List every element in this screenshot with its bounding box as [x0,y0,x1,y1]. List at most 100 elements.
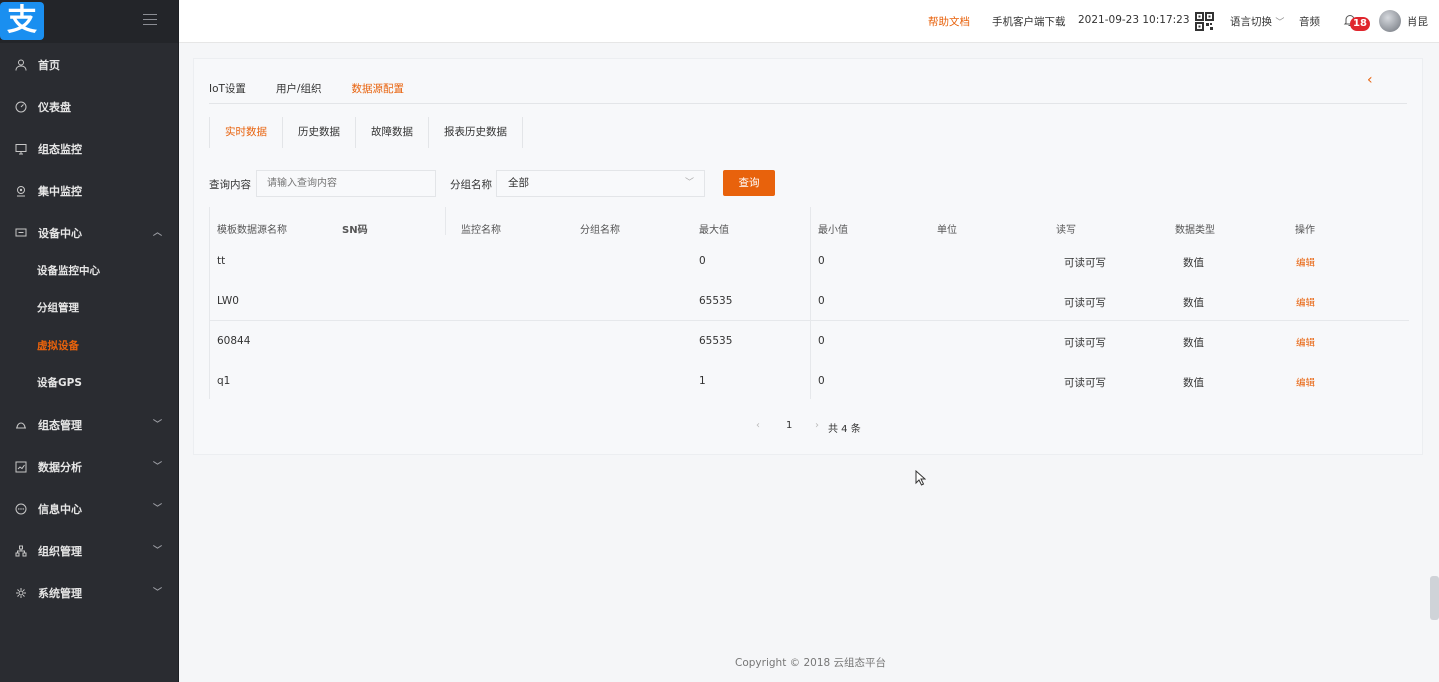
dashboard-icon [14,100,28,114]
cell-max: 65535 [699,295,733,307]
cell-max: 65535 [699,335,733,347]
sidebar-item-label: 系统管理 [38,587,82,600]
qr-code-icon[interactable] [1195,12,1214,31]
cell-rw: 可读可写 [1064,257,1106,269]
group-select[interactable]: 全部 ﹀ [496,170,705,197]
username[interactable]: 肖昆 [1407,14,1428,29]
app-download-link[interactable]: 手机客户端下载 [992,14,1066,29]
cell-min: 0 [818,295,825,307]
device-icon [14,226,28,240]
group-select-value: 全部 [508,177,529,189]
chevron-down-icon: ﹀ [153,546,163,556]
cell-min: 0 [818,375,825,387]
sidebar-item-config-manage[interactable]: 组态管理 ﹀ [0,404,178,446]
sidebar-item-label: 首页 [38,59,60,72]
sidebar-item-info-center[interactable]: 信息中心 ﹀ [0,488,178,530]
top-tabs: IoT设置 用户/组织 数据源配置 [209,82,404,104]
sidebar-item-label: 信息中心 [38,503,82,516]
col-header-min: 最小值 [818,225,848,236]
col-header-name: 模板数据源名称 [217,225,287,236]
cell-name: LW0 [217,295,239,307]
sidebar-item-label: 组织管理 [38,545,82,558]
subtab-history[interactable]: 历史数据 [283,117,356,148]
subtab-realtime[interactable]: 实时数据 [210,117,283,148]
language-label: 语言切换 [1230,16,1272,28]
chevron-down-icon: ﹀ [684,178,694,188]
chevron-down-icon: ﹀ [153,588,163,598]
query-button[interactable]: 查询 [723,170,775,196]
logo[interactable]: 支 [0,2,44,40]
sidebar-item-home[interactable]: 首页 [0,44,178,86]
sidebar-item-data-analysis[interactable]: 数据分析 ﹀ [0,446,178,488]
notification-badge: 18 [1350,17,1370,31]
col-header-rw: 读写 [1056,225,1076,236]
sidebar-item-dashboard[interactable]: 仪表盘 [0,86,178,128]
col-divider [810,207,811,399]
logo-bar: 支 [0,0,178,43]
tab-user-org[interactable]: 用户/组织 [276,82,322,104]
tab-datasource-config[interactable]: 数据源配置 [351,82,404,104]
edit-link[interactable]: 编辑 [1296,335,1315,349]
group-label: 分组名称 [450,179,492,191]
avatar[interactable] [1379,10,1401,32]
sidebar-item-config-monitor[interactable]: 组态监控 [0,128,178,170]
col-header-action: 操作 [1295,225,1315,236]
pager-current-page[interactable]: 1 [786,420,792,431]
chevron-up-icon: ︿ [153,228,163,238]
search-input[interactable] [256,170,436,197]
edit-link[interactable]: 编辑 [1296,375,1315,389]
message-icon [14,502,28,516]
monitor-icon [14,142,28,156]
chevron-down-icon: ﹀ [1275,18,1285,28]
footer-copyright: Copyright © 2018 云组态平台 [735,657,887,669]
cell-rw: 可读可写 [1064,297,1106,309]
subtab-report-history[interactable]: 报表历史数据 [429,117,523,148]
sidebar: 支 首页 仪表盘 组态监控 集中监控 设备中心 ︿ 设备监控中心 分组管理 虚拟… [0,0,179,682]
query-label: 查询内容 [209,179,251,191]
chevron-down-icon: ﹀ [153,420,163,430]
sidebar-item-central-monitor[interactable]: 集中监控 [0,170,178,212]
row-divider [209,320,1409,321]
sidebar-item-org-manage[interactable]: 组织管理 ﹀ [0,530,178,572]
content-card: IoT设置 用户/组织 数据源配置 ‹ 实时数据 历史数据 故障数据 报表历史数… [193,58,1423,455]
tabs-divider [209,103,1407,104]
config-icon [14,418,28,432]
cell-min: 0 [818,255,825,267]
sidebar-item-label: 设备中心 [38,227,82,240]
cell-type: 数值 [1183,377,1204,389]
pager-total: 共 4 条 [828,424,861,435]
tab-iot-settings[interactable]: IoT设置 [209,82,246,104]
cell-type: 数值 [1183,297,1204,309]
sidebar-subitem-device-gps[interactable]: 设备GPS [0,365,178,402]
language-switch[interactable]: 语言切换 ﹀ [1230,14,1284,29]
help-docs-link[interactable]: 帮助文档 [928,14,970,29]
chevron-down-icon: ﹀ [153,504,163,514]
sidebar-item-label: 集中监控 [38,185,82,198]
top-header: 帮助文档 手机客户端下载 2021-09-23 10:17:23 语言切换 ﹀ … [179,0,1439,43]
chevron-down-icon: ﹀ [153,462,163,472]
edit-link[interactable]: 编辑 [1296,255,1315,269]
pager-prev-icon[interactable]: ‹ [756,420,760,431]
org-icon [14,544,28,558]
chevron-left-icon[interactable]: ‹ [1367,72,1377,88]
sidebar-subitem-device-monitor[interactable]: 设备监控中心 [0,253,178,290]
settings-icon [14,586,28,600]
user-icon [14,58,28,72]
location-icon [14,184,28,198]
pager-next-icon[interactable]: › [815,420,819,431]
menu-collapse-icon[interactable] [143,14,157,26]
cell-max: 1 [699,375,706,387]
cell-type: 数值 [1183,257,1204,269]
sidebar-item-system-manage[interactable]: 系统管理 ﹀ [0,572,178,614]
sidebar-item-device-center[interactable]: 设备中心 ︿ [0,212,178,254]
sidebar-subitem-group-manage[interactable]: 分组管理 [0,290,178,327]
cell-rw: 可读可写 [1064,337,1106,349]
sidebar-subitem-virtual-device[interactable]: 虚拟设备 [0,328,178,365]
col-divider [445,207,446,235]
col-header-max: 最大值 [699,225,729,236]
scrollbar-handle[interactable] [1430,576,1439,620]
edit-link[interactable]: 编辑 [1296,295,1315,309]
subtab-fault[interactable]: 故障数据 [356,117,429,148]
audio-toggle[interactable]: 音频 [1299,14,1320,29]
col-header-monitor-name: 监控名称 [461,225,501,236]
